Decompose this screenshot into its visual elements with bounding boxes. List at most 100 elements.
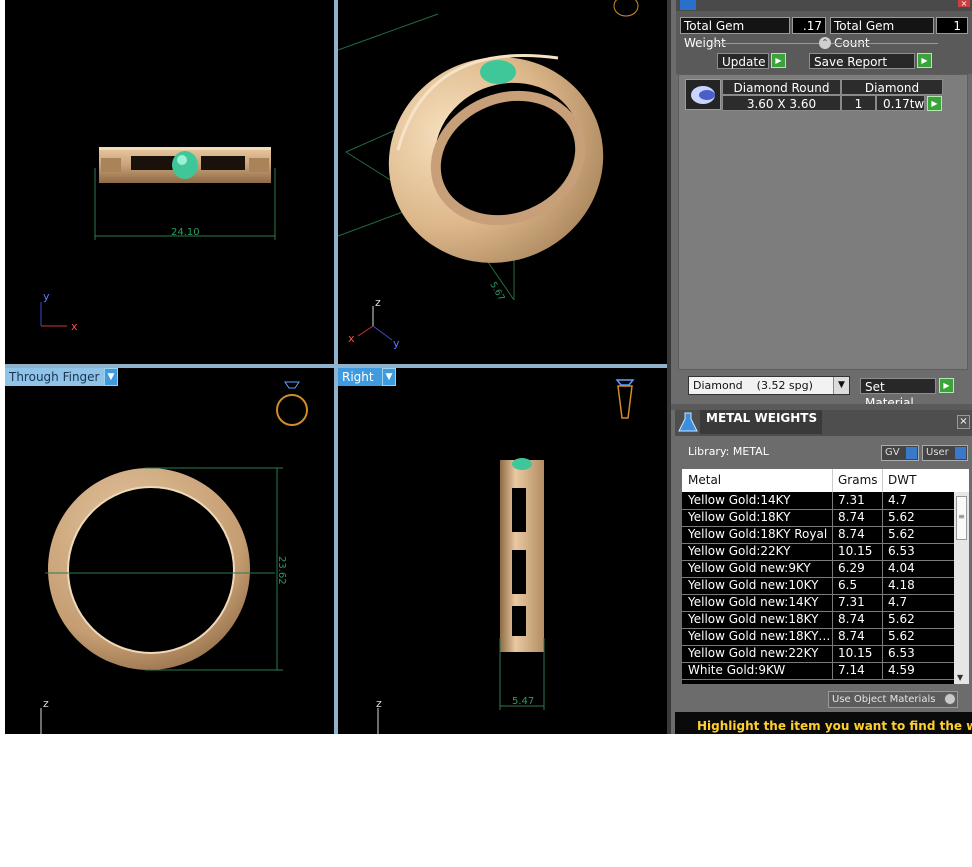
update-go-icon[interactable]: ▶	[771, 53, 786, 68]
user-toggle-label: User	[926, 447, 949, 458]
view-dropdown-button[interactable]: ▼	[382, 368, 396, 386]
gem-stone	[172, 151, 198, 179]
total-gem-count-field[interactable]: 1	[936, 17, 968, 34]
gem-size-cell[interactable]: 3.60 X 3.60	[722, 95, 841, 111]
grams-cell: 8.74	[838, 510, 865, 524]
gem-col-shape-header: Diamond Round	[722, 79, 841, 95]
metal-panel-close-icon[interactable]: ×	[957, 415, 970, 429]
axis-y-label: y	[43, 290, 50, 303]
axis-y-label: y	[393, 337, 400, 350]
metal-table-row[interactable]: Yellow Gold:18KY 8.74 5.62	[682, 509, 954, 527]
metal-table-row[interactable]: Yellow Gold:14KY 7.31 4.7	[682, 492, 954, 510]
dimension-text-width: 24.10	[171, 227, 200, 238]
dwt-cell: 4.7	[888, 595, 908, 609]
user-toggle-indicator-icon	[955, 447, 966, 459]
update-button[interactable]: Update	[717, 53, 769, 69]
metal-table-row[interactable]: Yellow Gold new:18KY… 8.74 5.62	[682, 628, 954, 646]
viewport-perspective[interactable]: 5.67 z x y	[338, 0, 667, 364]
gv-toggle[interactable]: GV	[881, 445, 919, 461]
viewport-right[interactable]: 5.47 z Right ▼	[338, 368, 667, 734]
dwt-cell: 4.18	[888, 578, 915, 592]
viewport-divider-horizontal[interactable]	[5, 364, 667, 368]
use-object-materials-label: Use Object Materials	[832, 694, 936, 705]
metal-table-row[interactable]: Yellow Gold:22KY 10.15 6.53	[682, 543, 954, 561]
dwt-cell: 4.59	[888, 663, 915, 677]
use-object-materials-radio[interactable]	[944, 693, 956, 705]
scroll-down-arrow-icon[interactable]: ▼	[957, 673, 963, 682]
col-divider	[832, 543, 833, 560]
col-divider	[882, 611, 883, 628]
metal-table-row[interactable]: Yellow Gold new:10KY 6.5 4.18	[682, 577, 954, 595]
dwt-cell: 4.7	[888, 493, 908, 507]
gem-qty-cell[interactable]: 1	[841, 95, 876, 111]
metal-table-row[interactable]: Yellow Gold new:22KY 10.15 6.53	[682, 645, 954, 663]
collapse-toggle-icon[interactable]: ⌃	[819, 37, 831, 49]
ring-side-thumbnail-icon	[615, 379, 635, 419]
metal-scrollbar[interactable]: ≡ ▼	[954, 492, 969, 684]
diamond-thumbnail-icon	[685, 79, 721, 110]
metal-name-cell: Yellow Gold new:10KY	[688, 578, 819, 592]
metal-name-cell: Yellow Gold:22KY	[688, 544, 791, 558]
metal-name-cell: Yellow Gold new:22KY	[688, 646, 819, 660]
user-toggle[interactable]: User	[922, 445, 968, 461]
set-material-go-icon[interactable]: ▶	[939, 378, 954, 393]
viewport-through-finger[interactable]: 23.62 z Through Finger ▼	[5, 368, 334, 734]
front-view-drawing: 24.10 y x	[40, 147, 276, 333]
metal-table-row[interactable]: Yellow Gold new:9KY 6.29 4.04	[682, 560, 954, 578]
grams-cell: 8.74	[838, 629, 865, 643]
axis-x-label: x	[348, 332, 355, 345]
total-gem-weight-label: Total Gem Weight	[680, 17, 790, 50]
metal-table-row[interactable]: Yellow Gold:18KY Royal 8.74 5.62	[682, 526, 954, 544]
metal-table-row[interactable]: Yellow Gold new:18KY 8.74 5.62	[682, 611, 954, 629]
ring-thumbnail-icon	[613, 0, 639, 17]
material-select[interactable]: Diamond (3.52 spg) ▼	[688, 376, 850, 395]
metal-flask-icon	[676, 410, 700, 434]
dwt-cell: 5.62	[888, 510, 915, 524]
total-gem-count-label: Total Gem Count	[830, 17, 934, 50]
chevron-down-icon[interactable]: ▼	[833, 377, 849, 394]
metal-scrollbar-thumb[interactable]: ≡	[956, 496, 967, 540]
metal-name-cell: White Gold:9KW	[688, 663, 786, 677]
grams-cell: 7.14	[838, 663, 865, 677]
col-divider	[882, 662, 883, 679]
gem-weight-cell[interactable]: 0.17tw	[876, 95, 925, 111]
material-select-value: Diamond (3.52 spg)	[693, 379, 813, 392]
col-divider	[832, 526, 833, 543]
col-divider	[882, 469, 883, 492]
col-divider	[832, 594, 833, 611]
metal-table-row[interactable]: Yellow Gold new:14KY 7.31 4.7	[682, 594, 954, 612]
through-finger-drawing: 23.62 z	[40, 381, 308, 734]
grams-cell: 6.29	[838, 561, 865, 575]
gem-row-go-icon[interactable]: ▶	[927, 96, 942, 111]
total-gem-weight-field[interactable]: .17	[792, 17, 826, 34]
grams-col-header: Grams	[838, 473, 878, 487]
gv-toggle-label: GV	[885, 447, 900, 458]
use-object-materials-toggle[interactable]: Use Object Materials	[828, 691, 958, 708]
save-report-button[interactable]: Save Report	[809, 53, 915, 69]
col-divider	[882, 492, 883, 509]
gem-panel-header	[676, 0, 972, 11]
dwt-cell: 6.53	[888, 544, 915, 558]
grams-cell: 8.74	[838, 612, 865, 626]
metal-table-header	[682, 469, 969, 492]
save-report-go-icon[interactable]: ▶	[917, 53, 932, 68]
grams-cell: 10.15	[838, 646, 873, 660]
dwt-cell: 6.53	[888, 646, 915, 660]
metal-name-cell: Yellow Gold new:18KY	[688, 612, 819, 626]
col-divider	[882, 628, 883, 645]
set-material-button[interactable]: Set Material	[860, 378, 936, 410]
metal-table-row[interactable]: White Gold:9KW 7.14 4.59	[682, 662, 954, 680]
col-divider	[882, 560, 883, 577]
library-label: Library: METAL	[688, 445, 769, 458]
col-divider	[882, 543, 883, 560]
view-name-through-finger: Through Finger	[5, 368, 108, 386]
viewport-front[interactable]: 24.10 y x	[5, 0, 334, 364]
grams-cell: 7.31	[838, 595, 865, 609]
gem-panel-close-icon[interactable]: ×	[958, 0, 970, 8]
col-divider	[882, 645, 883, 662]
gem-list-area	[678, 74, 968, 370]
axis-gizmo	[357, 306, 393, 341]
col-divider	[882, 577, 883, 594]
metal-name-cell: Yellow Gold:18KY	[688, 510, 791, 524]
view-dropdown-button[interactable]: ▼	[104, 368, 118, 386]
